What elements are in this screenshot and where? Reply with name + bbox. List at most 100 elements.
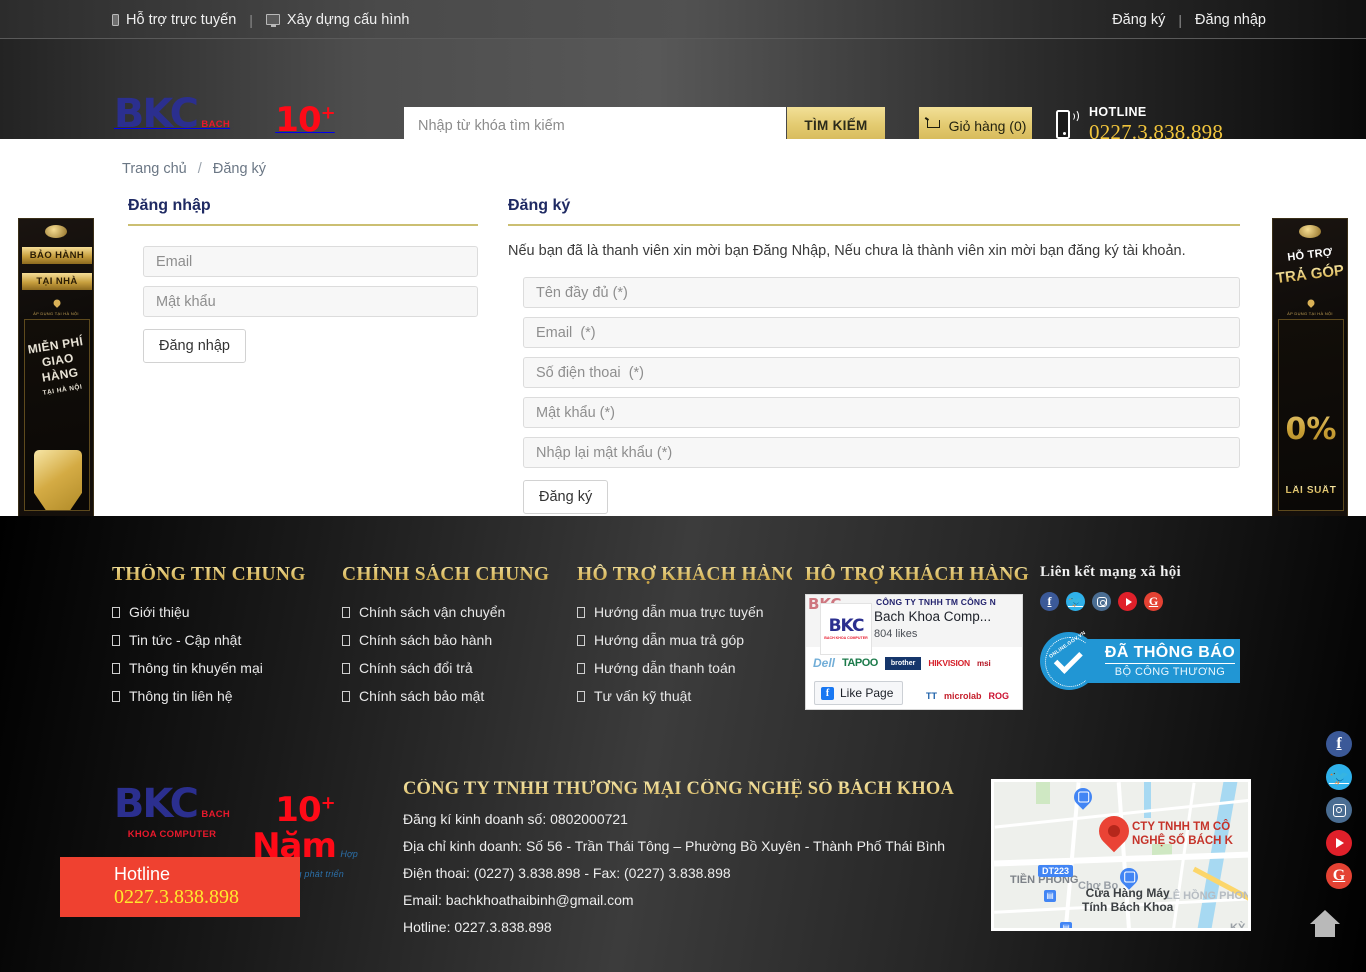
list-item[interactable]: Tin tức - Cập nhật: [112, 632, 332, 648]
list-item[interactable]: Hướng dẫn mua trực tuyến: [577, 604, 792, 620]
scroll-to-top-icon[interactable]: [1308, 909, 1342, 943]
company-address: Địa chỉ kinh doanh: Số 56 - Trần Thái Tô…: [403, 838, 946, 854]
list-item[interactable]: Hướng dẫn thanh toán: [577, 660, 792, 676]
google-icon[interactable]: G: [1326, 863, 1352, 889]
company-name: CÔNG TY TNHH THƯƠNG MẠI CÔNG NGHỆ SỐ BÁC…: [403, 779, 983, 800]
facebook-icon[interactable]: f: [1326, 731, 1352, 757]
footer-link[interactable]: Hướng dẫn mua trực tuyến: [594, 604, 764, 620]
list-item[interactable]: Chính sách bảo mật: [342, 688, 567, 704]
list-item[interactable]: Hướng dẫn mua trả góp: [577, 632, 792, 648]
hotline-label: HOTLINE: [1089, 105, 1147, 119]
badge-line-1: ĐÃ THÔNG BÁO: [1104, 644, 1236, 664]
logo-bkc: BKC BACH KHOA COMPUTER: [112, 784, 232, 842]
company-phone-fax: Điện thoai: (0227) 3.838.898 - Fax: (022…: [403, 865, 731, 881]
login-submit-button[interactable]: Đăng nhập: [143, 329, 246, 363]
footer-link[interactable]: Chính sách bảo hành: [359, 632, 492, 648]
location-map[interactable]: Chợ Bo TIỀN PHONG LÊ HỒNG PHONG KỲ DT223…: [991, 779, 1251, 931]
bullet-square-icon: [577, 690, 585, 702]
logo-bkc-text: BKC: [113, 781, 199, 827]
footer-link[interactable]: Thông tin khuyến mại: [129, 660, 263, 676]
badge-line-2: BỘ CÔNG THƯƠNG: [1114, 666, 1226, 678]
footer-column-general-info: THÔNG TIN CHUNG Giới thiệu Tin tức - Cập…: [112, 564, 332, 716]
facebook-page-widget[interactable]: BKC CÔNG TY TNHH TM CÔNG N BKC BACH KHOA…: [805, 594, 1023, 710]
bus-stop-icon: ▤: [1044, 890, 1056, 902]
footer-link[interactable]: Tin tức - Cập nhật: [129, 632, 241, 648]
register-intro-text: Nếu bạn đã là thanh viên xin mời bạn Đăn…: [508, 243, 1186, 259]
bullet-square-icon: [112, 634, 120, 646]
top-bar-account-links: Đăng ký | Đăng nhập: [1112, 0, 1266, 39]
register-phone-input[interactable]: [523, 357, 1240, 388]
footer-column-social: Liên kết mạng xã hội f 🐦 G ONLINE.GOV.VN…: [1040, 564, 1262, 690]
monitor-icon: [265, 14, 280, 27]
facebook-like-count: 804 likes: [874, 628, 918, 640]
instagram-icon[interactable]: [1092, 592, 1111, 611]
company-email: Email: bachkhoathaibinh@gmail.com: [403, 892, 634, 908]
left-side-banner[interactable]: BẢO HÀNH TẠI NHÀ ÁP DỤNG TẠI HÀ NỘI MIỄN…: [18, 218, 94, 518]
list-item[interactable]: Thông tin khuyến mại: [112, 660, 332, 676]
facebook-icon[interactable]: f: [1040, 592, 1059, 611]
topbar-separator: |: [249, 11, 253, 28]
breadcrumb-home[interactable]: Trang chủ: [122, 161, 187, 177]
footer-heading: THÔNG TIN CHUNG: [112, 564, 332, 586]
topbar-login-link[interactable]: Đăng nhập: [1195, 12, 1266, 28]
list-item[interactable]: Chính sách đổi trả: [342, 660, 567, 676]
footer-link[interactable]: Chính sách đổi trả: [359, 660, 473, 676]
list-item[interactable]: Tư vấn kỹ thuật: [577, 688, 792, 704]
register-password-input[interactable]: [523, 397, 1240, 428]
google-icon[interactable]: G: [1144, 592, 1163, 611]
right-banner-head-2: TRẢ GÓP: [1273, 262, 1347, 288]
instagram-icon[interactable]: [1326, 797, 1352, 823]
topbar-link-support[interactable]: Hỗ trợ trực tuyến: [112, 12, 236, 28]
register-password-confirm-input[interactable]: [523, 437, 1240, 468]
footer-link[interactable]: Hướng dẫn thanh toán: [594, 660, 736, 676]
bullet-square-icon: [577, 606, 585, 618]
bullet-square-icon: [112, 662, 120, 674]
footer-hotline-box[interactable]: Hotline 0227.3.838.898: [60, 857, 300, 917]
footer-hotline-label: Hotline: [114, 864, 171, 884]
right-side-banner[interactable]: HỖ TRỢ TRẢ GÓP ÁP DỤNG TẠI HÀ NỘI 0% LÃI…: [1272, 218, 1348, 518]
map-marker-label: CTY TNHH TM CÔ NGHỆ SỐ BÁCH K: [1132, 821, 1233, 847]
facebook-cover-text: CÔNG TY TNHH TM CÔNG N: [876, 597, 996, 607]
brand-logo: microlab: [944, 691, 982, 701]
phone-ring-icon: [1056, 107, 1079, 143]
left-banner-headline: MIỄN PHÍ GIAO HÀNG TẠI HÀ NỘI: [26, 334, 85, 397]
footer-link[interactable]: Giới thiệu: [129, 604, 190, 620]
list-item[interactable]: Thông tin liên hệ: [112, 688, 332, 704]
avatar: BKC BACH KHOA COMPUTER: [820, 603, 872, 655]
list-item[interactable]: Chính sách bảo hành: [342, 632, 567, 648]
social-icon-row: f 🐦 G: [1040, 592, 1163, 611]
logo-anniversary-main: 10+ Năm: [252, 790, 337, 867]
register-email-input[interactable]: [523, 317, 1240, 348]
footer-link[interactable]: Hướng dẫn mua trả góp: [594, 632, 744, 648]
footer-hotline-number: 0227.3.838.898: [114, 886, 239, 908]
login-password-input[interactable]: [143, 286, 478, 317]
topbar-register-link[interactable]: Đăng ký: [1112, 12, 1165, 28]
right-banner-rate-label: LÃI SUẤT: [1279, 485, 1343, 496]
twitter-icon[interactable]: 🐦: [1326, 764, 1352, 790]
youtube-icon[interactable]: [1118, 592, 1137, 611]
footer-column-facebook: HỖ TRỢ KHÁCH HÀNG BKC CÔNG TY TNHH TM CÔ…: [805, 564, 1030, 710]
status-badge[interactable]: ONLINE.GOV.VN ĐÃ THÔNG BÁO BỘ CÔNG THƯƠN…: [1040, 630, 1240, 690]
footer-heading: HỖ TRỢ KHÁCH HÀNG: [577, 564, 802, 585]
footer-link[interactable]: Tư vấn kỹ thuật: [594, 688, 691, 704]
register-submit-button[interactable]: Đăng ký: [523, 480, 609, 514]
top-bar-left-links: Hỗ trợ trực tuyến | Xây dựng cấu hình: [112, 0, 410, 39]
youtube-icon[interactable]: [1326, 830, 1352, 856]
bullet-square-icon: [577, 662, 585, 674]
footer-link-list: Giới thiệu Tin tức - Cập nhật Thông tin …: [112, 604, 332, 704]
brand-logo: Dell: [813, 656, 836, 670]
map-shop-label: Cửa Hàng Máy Tính Bách Khoa: [1082, 886, 1174, 914]
footer-link[interactable]: Chính sách vận chuyển: [359, 604, 505, 620]
list-item[interactable]: Giới thiệu: [112, 604, 332, 620]
register-fullname-input[interactable]: [523, 277, 1240, 308]
twitter-icon[interactable]: 🐦: [1066, 592, 1085, 611]
login-email-input[interactable]: [143, 246, 478, 277]
footer-link[interactable]: Chính sách bảo mật: [359, 688, 484, 704]
list-item[interactable]: Chính sách vận chuyển: [342, 604, 567, 620]
facebook-like-button[interactable]: f Like Page: [814, 681, 904, 705]
footer-link[interactable]: Thông tin liên hệ: [129, 688, 233, 704]
brand-logo: TAPOO: [842, 657, 878, 669]
topbar-link-config[interactable]: Xây dựng cấu hình: [265, 12, 410, 28]
bullet-square-icon: [342, 606, 350, 618]
mobile-icon: [112, 13, 119, 26]
